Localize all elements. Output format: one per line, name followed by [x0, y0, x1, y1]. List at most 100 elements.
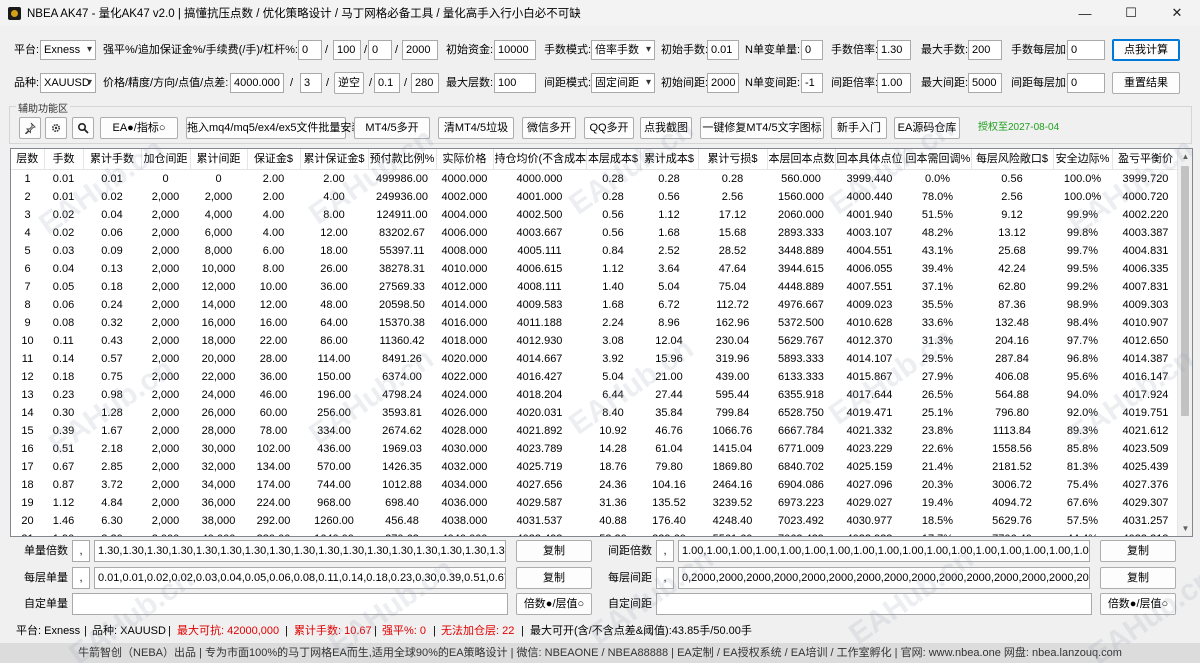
- liquidation-input[interactable]: 0: [298, 40, 322, 60]
- copy-spacing-mult-button[interactable]: 复制: [1100, 540, 1176, 562]
- table-row[interactable]: 7 0.05 0.18 2,000 12,000 10.00 36.00 27569.33 40…: [11, 278, 1179, 296]
- lot-mode-select[interactable]: 倍率手数: [591, 40, 655, 60]
- close-button[interactable]: ✕: [1154, 0, 1200, 26]
- point-value-input[interactable]: 0.1: [374, 73, 400, 93]
- settings-icon[interactable]: [45, 117, 67, 139]
- wechat-multi-button[interactable]: 微信多开: [522, 117, 576, 139]
- price-input[interactable]: 4000.000: [230, 73, 284, 93]
- column-header[interactable]: 累计手数: [83, 149, 142, 170]
- beginner-guide-button[interactable]: 新手入门: [831, 117, 887, 139]
- spacing-mult-seq-field[interactable]: 1.00,1.00,1.00,1.00,1.00,1.00,1.00,1.00,…: [678, 540, 1090, 562]
- drag-install-button[interactable]: 拖入mq4/mq5/ex4/ex5文件批量安装: [186, 117, 362, 139]
- table-row[interactable]: 17 0.67 2.85 2,000 32,000 134.00 570.00 1426.35…: [11, 458, 1179, 476]
- column-header[interactable]: 累计亏损$: [698, 149, 768, 170]
- clean-junk-button[interactable]: 清MT4/5垃圾: [438, 117, 514, 139]
- spread-input[interactable]: 280: [411, 73, 439, 93]
- mt4-multi-open-button[interactable]: MT4/5多开: [354, 117, 430, 139]
- table-row[interactable]: 14 0.30 1.28 2,000 26,000 60.00 256.00 3593.81 4…: [11, 404, 1179, 422]
- table-row[interactable]: 211.908.202,00040,000380.001640.00270.63…: [11, 530, 1179, 536]
- column-header[interactable]: 层数: [11, 149, 45, 170]
- precision-input[interactable]: 3: [300, 73, 322, 93]
- calculate-button[interactable]: 点我计算: [1112, 39, 1180, 61]
- custom-lot-field[interactable]: [72, 593, 508, 615]
- column-header[interactable]: 回本具体点位: [835, 149, 905, 170]
- column-header[interactable]: 盈亏平衡价: [1112, 149, 1180, 170]
- qq-multi-button[interactable]: QQ多开: [584, 117, 634, 139]
- table-row[interactable]: 19 1.12 4.84 2,000 36,000 224.00 968.00 698.40 4…: [11, 494, 1179, 512]
- column-header[interactable]: 预付款比例%: [368, 149, 437, 170]
- symbol-select[interactable]: XAUUSD: [40, 73, 96, 93]
- platform-select[interactable]: Exness: [40, 40, 96, 60]
- table-row[interactable]: 8 0.06 0.24 2,000 14,000 12.00 48.00 20598.50 40…: [11, 296, 1179, 314]
- table-row[interactable]: 3 0.02 0.04 2,000 4,000 4.00 8.00 124911.00 4004…: [11, 206, 1179, 224]
- initial-spacing-input[interactable]: 2000: [707, 73, 739, 93]
- table-scrollbar[interactable]: ▲ ▼: [1177, 149, 1192, 536]
- copy-layer-spacing-button[interactable]: 复制: [1100, 567, 1176, 589]
- scroll-up-icon[interactable]: ▲: [1178, 149, 1192, 164]
- column-header[interactable]: 实际价格: [436, 149, 494, 170]
- reset-button[interactable]: 重置结果: [1112, 72, 1180, 94]
- table-row[interactable]: 13 0.23 0.98 2,000 24,000 46.00 196.00 4798.24 4…: [11, 386, 1179, 404]
- table-row[interactable]: 15 0.39 1.67 2,000 28,000 78.00 334.00 2674.62 4…: [11, 422, 1179, 440]
- commission-input[interactable]: 0: [368, 40, 392, 60]
- max-layers-input[interactable]: 100: [494, 73, 536, 93]
- table-row[interactable]: 16 0.51 2.18 2,000 30,000 102.00 436.00 1969.03…: [11, 440, 1179, 458]
- table-row[interactable]: 11 0.14 0.57 2,000 20,000 28.00 114.00 8491.26 4…: [11, 350, 1179, 368]
- max-spacing-input[interactable]: 5000: [968, 73, 1002, 93]
- pin-icon[interactable]: [19, 117, 41, 139]
- ea-indicator-toggle[interactable]: EA●/指标○: [100, 117, 178, 139]
- minimize-button[interactable]: —: [1062, 0, 1108, 26]
- layer-spacing-sep-input[interactable]: ,: [656, 567, 674, 589]
- margin-call-input[interactable]: 100: [333, 40, 361, 60]
- column-header[interactable]: 加仓间距: [141, 149, 191, 170]
- layer-lot-seq-field[interactable]: 0.01,0.01,0.02,0.02,0.03,0.04,0.05,0.06,…: [94, 567, 506, 589]
- column-header[interactable]: 每层风险敞口$: [971, 149, 1054, 170]
- column-header[interactable]: 持仓均价(不含成本): [493, 149, 587, 170]
- fix-text-button[interactable]: 一键修复MT4/5文字图标: [700, 117, 824, 139]
- spacing-mode-select[interactable]: 固定间距: [591, 73, 655, 93]
- table-row[interactable]: 12 0.18 0.75 2,000 22,000 36.00 150.00 6374.00 4…: [11, 368, 1179, 386]
- ea-repo-button[interactable]: EA源码仓库: [894, 117, 960, 139]
- search-icon[interactable]: [72, 117, 94, 139]
- max-lot-input[interactable]: 200: [968, 40, 1002, 60]
- n-spacing-input[interactable]: -1: [801, 73, 823, 93]
- column-header[interactable]: 保证金$: [247, 149, 301, 170]
- lot-mult-sep-input[interactable]: ,: [72, 540, 90, 562]
- direction-button[interactable]: 逆空: [334, 72, 364, 94]
- table-row[interactable]: 2 0.01 0.02 2,000 2,000 2.00 4.00 249936.00 4002…: [11, 188, 1179, 206]
- table-row[interactable]: 20 1.46 6.30 2,000 38,000 292.00 1260.00 456.48…: [11, 512, 1179, 530]
- scroll-thumb[interactable]: [1181, 166, 1189, 416]
- table-row[interactable]: 18 0.87 3.72 2,000 34,000 174.00 744.00 1012.88…: [11, 476, 1179, 494]
- lot-mult-input[interactable]: 1.30: [877, 40, 911, 60]
- copy-lot-mult-button[interactable]: 复制: [516, 540, 592, 562]
- n-lot-input[interactable]: 0: [801, 40, 823, 60]
- column-header[interactable]: 回本需回调%: [904, 149, 972, 170]
- column-header[interactable]: 累计保证金$: [300, 149, 369, 170]
- layer-lot-sep-input[interactable]: ,: [72, 567, 90, 589]
- column-header[interactable]: 手数: [44, 149, 84, 170]
- custom-lot-mode-toggle[interactable]: 倍数●/层值○: [516, 593, 592, 615]
- layer-spacing-seq-field[interactable]: 0,2000,2000,2000,2000,2000,2000,2000,200…: [678, 567, 1090, 589]
- spacing-mult-sep-input[interactable]: ,: [656, 540, 674, 562]
- column-header[interactable]: 本层回本点数: [767, 149, 836, 170]
- spacing-add-input[interactable]: 0: [1067, 73, 1105, 93]
- column-header[interactable]: 本层成本$: [586, 149, 641, 170]
- column-header[interactable]: 累计成本$: [640, 149, 699, 170]
- custom-spacing-mode-toggle[interactable]: 倍数●/层值○: [1100, 593, 1176, 615]
- spacing-mult-input[interactable]: 1.00: [877, 73, 911, 93]
- column-header[interactable]: 累计间距: [190, 149, 248, 170]
- initial-lot-input[interactable]: 0.01: [707, 40, 739, 60]
- scroll-down-icon[interactable]: ▼: [1178, 521, 1192, 536]
- table-row[interactable]: 5 0.03 0.09 2,000 8,000 6.00 18.00 55397.11 4008…: [11, 242, 1179, 260]
- table-row[interactable]: 4 0.02 0.06 2,000 6,000 4.00 12.00 83202.67 4006…: [11, 224, 1179, 242]
- copy-layer-lot-button[interactable]: 复制: [516, 567, 592, 589]
- screenshot-button[interactable]: 点我截图: [640, 117, 692, 139]
- table-row[interactable]: 10 0.11 0.43 2,000 18,000 22.00 86.00 11360.42 4…: [11, 332, 1179, 350]
- initial-capital-input[interactable]: 10000: [494, 40, 536, 60]
- custom-spacing-field[interactable]: [656, 593, 1092, 615]
- maximize-button[interactable]: ☐: [1108, 0, 1154, 26]
- table-row[interactable]: 6 0.04 0.13 2,000 10,000 8.00 26.00 38278.31 401…: [11, 260, 1179, 278]
- table-row[interactable]: 9 0.08 0.32 2,000 16,000 16.00 64.00 15370.38 40…: [11, 314, 1179, 332]
- lot-mult-seq-field[interactable]: 1.30,1.30,1.30,1.30,1.30,1.30,1.30,1.30,…: [94, 540, 506, 562]
- column-header[interactable]: 安全边际%: [1053, 149, 1113, 170]
